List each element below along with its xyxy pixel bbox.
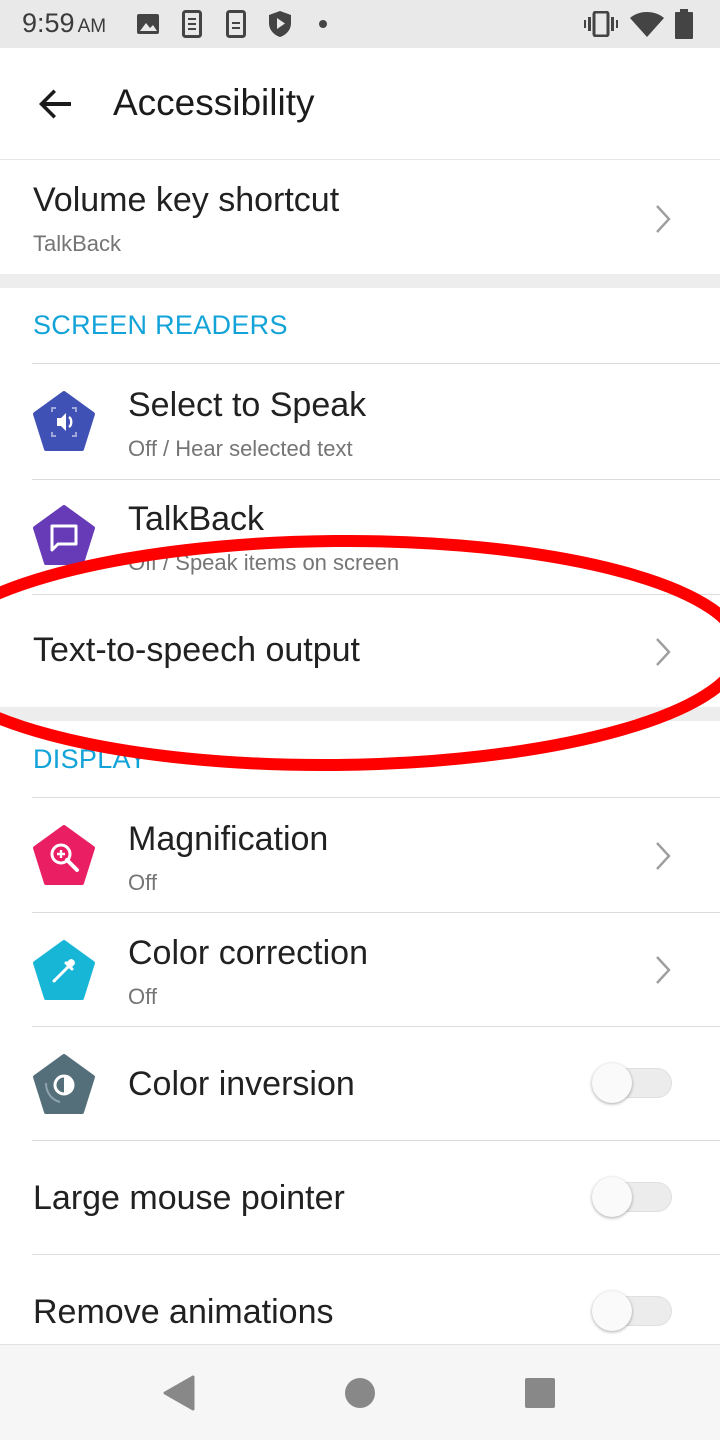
sim-card-icon [182,10,202,38]
section-separator [0,707,720,721]
vibrate-icon [584,11,618,37]
color-correction-title: Color correction [128,934,368,972]
nav-home-icon[interactable] [340,1375,380,1411]
magnification-title: Magnification [128,820,329,858]
shield-icon [269,11,291,37]
talkback-title: TalkBack [128,500,265,538]
select-to-speak-title: Select to Speak [128,386,367,424]
battery-icon [675,9,693,39]
invert-colors-icon [33,1054,95,1114]
large-mouse-pointer-toggle[interactable] [592,1177,672,1217]
select-to-speak-item[interactable]: Select to Speak Off / Hear selected text [0,364,720,479]
wifi-icon [630,12,664,37]
section-header-display: DISPLAY [33,744,148,774]
zoom-in-icon [33,825,95,885]
volume-key-shortcut-subtitle: TalkBack [33,231,122,256]
chevron-right-icon [656,956,671,984]
speaker-icon [33,391,95,451]
remove-animations-toggle[interactable] [592,1291,672,1331]
talkback-subtitle: Off / Speak items on screen [128,550,400,575]
dot-icon [319,20,327,28]
select-to-speak-subtitle: Off / Hear selected text [128,436,353,461]
chevron-right-icon [656,638,671,666]
color-correction-item[interactable]: Color correction Off [0,913,720,1026]
volume-key-shortcut-title: Volume key shortcut [33,181,340,219]
color-inversion-title: Color inversion [128,1065,355,1103]
back-button[interactable] [26,76,86,132]
image-icon [137,14,159,34]
page-title: Accessibility [113,82,315,123]
magnification-subtitle: Off [128,870,157,895]
magnification-item[interactable]: Magnification Off [0,798,720,912]
talkback-item[interactable]: TalkBack Off / Speak items on screen [0,480,720,594]
remove-animations-title: Remove animations [33,1293,334,1331]
color-inversion-item[interactable]: Color inversion [0,1027,720,1140]
section-header-screen-readers: SCREEN READERS [33,310,288,340]
phone-icon [226,10,246,38]
volume-key-shortcut-item[interactable]: Volume key shortcut TalkBack [0,161,720,274]
status-time: 9:59 AM [22,8,107,38]
chevron-right-icon [656,842,671,870]
large-mouse-pointer-title: Large mouse pointer [33,1179,345,1217]
text-to-speech-output-title: Text-to-speech output [33,631,360,669]
color-correction-subtitle: Off [128,984,157,1009]
navigation-bar [0,1344,720,1440]
chevron-right-icon [656,205,671,233]
nav-back-icon[interactable] [160,1375,200,1411]
arrow-back-icon [39,89,71,119]
nav-recents-icon[interactable] [520,1375,560,1411]
remove-animations-item[interactable]: Remove animations [0,1255,720,1344]
large-mouse-pointer-item[interactable]: Large mouse pointer [0,1141,720,1254]
app-bar: Accessibility [0,48,720,160]
eyedropper-icon [33,940,95,1000]
section-separator [0,274,720,288]
status-bar: 9:59 AM [0,0,720,48]
message-icon [33,505,95,565]
text-to-speech-output-item[interactable]: Text-to-speech output [0,595,720,707]
color-inversion-toggle[interactable] [592,1063,672,1103]
